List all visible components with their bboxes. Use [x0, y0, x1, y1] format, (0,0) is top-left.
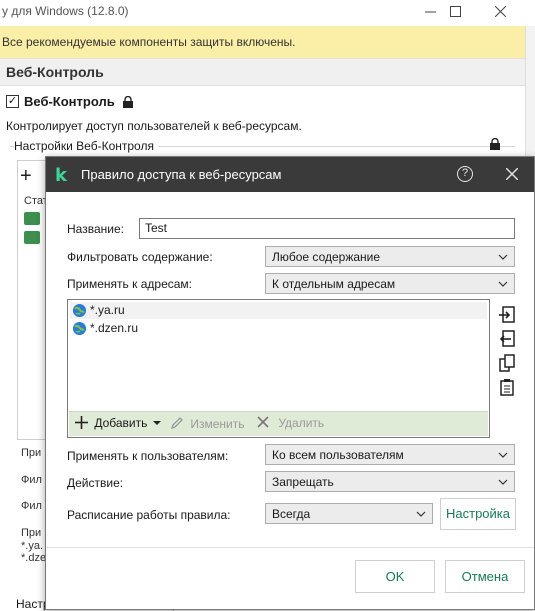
clipboard-icon[interactable] — [498, 378, 516, 396]
import-icon[interactable] — [498, 306, 516, 324]
ok-button[interactable]: OK — [355, 560, 435, 593]
apply-users-select[interactable]: Ко всем пользователям — [265, 444, 515, 465]
lock-icon[interactable] — [122, 96, 134, 108]
list-item[interactable]: *.ya.ru — [70, 302, 487, 319]
edit-button[interactable]: Изменить — [170, 416, 244, 431]
fragment-text: Фил — [21, 474, 42, 486]
web-control-checkbox[interactable]: ✓ — [6, 95, 19, 108]
notice-text: Все рекомендуемые компоненты защиты вклю… — [2, 35, 296, 49]
rule-status-icon — [24, 231, 40, 244]
chevron-down-icon — [498, 254, 508, 260]
globe-icon — [72, 303, 87, 318]
help-icon[interactable]: ? — [457, 166, 473, 182]
export-icon[interactable] — [498, 330, 516, 348]
name-field[interactable]: Test — [139, 218, 515, 239]
chevron-down-icon — [498, 281, 508, 287]
list-toolbar: Добавить Изменить Удалить — [69, 411, 488, 436]
add-label: Добавить — [94, 416, 148, 430]
globe-icon — [72, 321, 87, 336]
component-description: Контролирует доступ пользователей к веб-… — [6, 119, 302, 133]
footer-divider — [46, 547, 534, 548]
protection-notice: Все рекомендуемые компоненты защиты вклю… — [0, 26, 525, 58]
list-item[interactable]: *.dzen.ru — [70, 320, 487, 337]
web-control-checkbox-label: Веб-Контроль — [24, 94, 115, 109]
dialog-titlebar: k Правило доступа к веб-ресурсам ? — [46, 157, 534, 192]
name-label: Название: — [67, 222, 124, 236]
copy-icon[interactable] — [498, 354, 516, 372]
delete-button[interactable]: Удалить — [257, 416, 324, 430]
chevron-down-icon — [498, 479, 508, 485]
schedule-value: Всегда — [272, 507, 311, 521]
delete-label: Удалить — [278, 416, 325, 430]
address-text: *.ya.ru — [90, 303, 125, 317]
section-title: Веб-Контроль — [6, 64, 104, 80]
fragment-text: *.ya. — [21, 540, 44, 552]
close-dialog-button[interactable] — [501, 163, 523, 185]
maximize-icon — [449, 5, 461, 17]
rule-status-icon — [24, 212, 40, 225]
schedule-setup-button[interactable]: Настройка — [440, 498, 516, 530]
action-label: Действие: — [67, 476, 124, 490]
fragment-text: При — [21, 447, 42, 459]
apply-addresses-label: Применять к адресам: — [67, 277, 192, 291]
delete-icon — [257, 416, 269, 428]
close-icon — [494, 5, 506, 17]
schedule-select[interactable]: Всегда — [265, 503, 433, 524]
access-rule-dialog: k Правило доступа к веб-ресурсам ? Назва… — [45, 156, 535, 610]
schedule-label: Расписание работы правила: — [67, 508, 231, 522]
background-titlebar: у для Windows (12.8.0) — [0, 0, 535, 26]
action-value: Запрещать — [272, 475, 334, 489]
fragment-text: При — [21, 527, 42, 539]
close-window-button[interactable] — [477, 0, 523, 22]
kaspersky-logo-icon: k — [55, 165, 67, 186]
dropdown-arrow-icon — [152, 421, 161, 425]
apply-users-value: Ко всем пользователям — [272, 448, 404, 462]
filter-content-select[interactable]: Любое содержание — [265, 246, 515, 267]
apply-addresses-value: К отдельным адресам — [272, 277, 396, 291]
edit-label: Изменить — [190, 417, 245, 431]
filter-content-value: Любое содержание — [272, 250, 381, 264]
plus-icon — [75, 416, 88, 429]
chevron-down-icon — [416, 511, 426, 517]
chevron-down-icon — [498, 452, 508, 458]
fragment-text: *.dze — [21, 552, 47, 564]
action-select[interactable]: Запрещать — [265, 471, 515, 492]
group-title: Настройки Веб-Контроля — [14, 139, 158, 153]
fragment-text: Фил — [21, 500, 42, 512]
address-list[interactable]: *.ya.ru *.dzen.ru Добавить Изменить Удал… — [67, 299, 490, 438]
add-rule-icon[interactable]: + — [20, 165, 32, 188]
filter-content-label: Фильтровать содержание: — [67, 250, 213, 264]
cancel-button[interactable]: Отмена — [445, 560, 525, 593]
pencil-icon — [170, 417, 183, 430]
maximize-button[interactable] — [432, 0, 478, 22]
address-text: *.dzen.ru — [90, 321, 139, 335]
close-icon — [505, 167, 519, 181]
dialog-title: Правило доступа к веб-ресурсам — [81, 167, 282, 182]
add-button[interactable]: Добавить — [75, 416, 161, 430]
section-header: Веб-Контроль — [0, 58, 525, 86]
apply-users-label: Применять к пользователям: — [67, 449, 229, 463]
apply-addresses-select[interactable]: К отдельным адресам — [265, 273, 515, 294]
lock-icon[interactable] — [489, 138, 501, 150]
window-title: у для Windows (12.8.0) — [2, 4, 129, 18]
